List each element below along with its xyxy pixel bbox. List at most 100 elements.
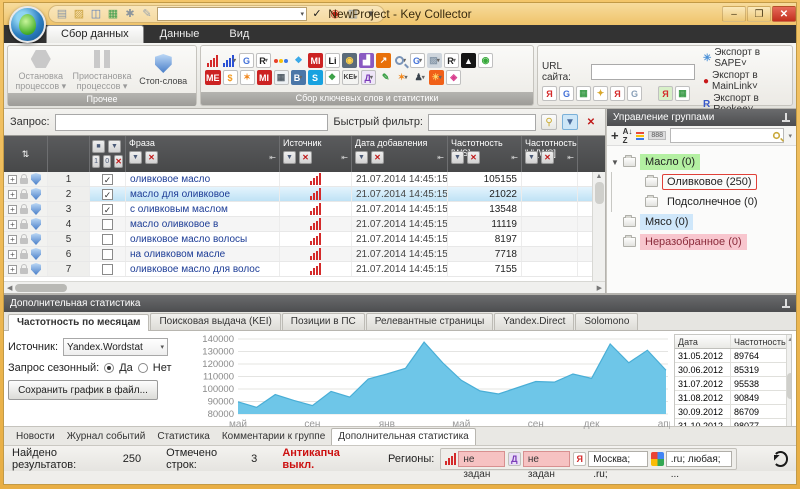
expand-icon[interactable]: +	[8, 220, 17, 229]
green-pen-icon[interactable]: ✎	[378, 70, 393, 85]
frequency-table-scrollbar[interactable]: ▲▼	[786, 335, 792, 434]
save-icon[interactable]: ◫	[89, 7, 103, 21]
qat-customize-icon[interactable]: ▾	[364, 7, 378, 21]
hand-collect-icon[interactable]: ✶▾	[395, 70, 410, 85]
odnoklassniki-icon[interactable]: ◉	[478, 53, 493, 68]
vscroll-up-icon[interactable]: ▲	[596, 173, 603, 180]
seasonal-no-radio[interactable]	[138, 363, 148, 373]
add-group-icon[interactable]: +	[611, 128, 619, 143]
filter-icon[interactable]: ▼	[525, 151, 538, 164]
table-row[interactable]: +6на оливковом масле21.07.2014 14:45:157…	[4, 247, 605, 262]
ribbon-tab-0[interactable]: Сбор данных	[46, 25, 144, 43]
column-pin-icon[interactable]: ⇤	[567, 153, 574, 162]
column-pin-icon[interactable]: ⇤	[511, 153, 518, 162]
mail-small-icon[interactable]: MI	[257, 70, 272, 85]
open-folder-icon[interactable]: ▨	[72, 7, 86, 21]
filter-icon[interactable]: ▼	[283, 151, 296, 164]
wordstat-blue-icon[interactable]: ▾	[222, 53, 237, 68]
phrase-cell[interactable]: с оливковым маслом	[126, 202, 280, 216]
expand-icon[interactable]: +	[8, 175, 17, 184]
filter-hint-icon[interactable]: ⚲	[541, 114, 557, 130]
frequency-table-row[interactable]: 31.08.201290849	[675, 391, 786, 405]
panel-more-icon[interactable]: ▾	[788, 132, 792, 140]
map-icon[interactable]: ❖	[325, 70, 340, 85]
gift-icon[interactable]: ◈	[446, 70, 461, 85]
rambler-suggest-icon[interactable]: R▾	[444, 53, 459, 68]
grid-hscrollbar[interactable]: ◀ ▶	[4, 281, 605, 293]
direct-icon[interactable]: Д▾	[361, 70, 376, 85]
region-google-badge[interactable]: .ru; любая; ...	[651, 451, 732, 467]
frequency-table-row[interactable]: 30.06.201285319	[675, 363, 786, 377]
table-row[interactable]: +4масло оливковое в21.07.2014 14:45:1511…	[4, 217, 605, 232]
filter-clear-icon[interactable]: ✕	[541, 151, 554, 164]
report-icon[interactable]: ▥	[346, 7, 360, 21]
tree-item-0[interactable]: ▼Масло (0)	[611, 152, 792, 172]
close-button[interactable]: ✕	[772, 6, 796, 22]
trend-chart-icon[interactable]: ↗	[376, 53, 391, 68]
filter-funnel-icon[interactable]: ▼	[562, 114, 578, 130]
table-row[interactable]: +5оливковое масло волосы21.07.2014 14:45…	[4, 232, 605, 247]
stats-tab-3[interactable]: Релевантные страницы	[366, 313, 494, 330]
checkbox-filter-clear-icon[interactable]: ✕	[114, 155, 123, 168]
gray-photo-icon[interactable]: ▨▾	[427, 53, 442, 68]
quick-filter-input[interactable]	[428, 114, 536, 131]
filter-clear-icon[interactable]: ✕	[371, 151, 384, 164]
ribbon-tab-1[interactable]: Данные	[146, 26, 214, 43]
bottom-tab-1[interactable]: Журнал событий	[61, 429, 152, 445]
broom-icon[interactable]: ✦	[593, 86, 608, 101]
frequency-table-row[interactable]: 30.09.201286709	[675, 405, 786, 419]
hand-orange-icon[interactable]: ✶	[240, 70, 255, 85]
header-col-3[interactable]: Частотность [WS]▼✕⇤	[448, 136, 522, 172]
magic-wand-icon[interactable]: ✎	[140, 7, 154, 21]
metrika-me-icon[interactable]: ME	[205, 70, 221, 85]
header-col-1[interactable]: Источник▼✕⇤	[280, 136, 352, 172]
header-col-4[interactable]: Частотность " " [WS]▼✕⇤	[522, 136, 578, 172]
table-row[interactable]: +2✓масло для оливковое21.07.2014 14:45:1…	[4, 187, 605, 202]
expand-icon[interactable]: +	[8, 190, 17, 199]
minimize-button[interactable]: –	[722, 6, 746, 22]
row-checkbox[interactable]: ✓	[102, 204, 113, 215]
frequency-table-row[interactable]: 31.07.201295538	[675, 377, 786, 391]
row-checkbox[interactable]: ✓	[102, 174, 113, 185]
sort-color-icon[interactable]	[636, 132, 644, 140]
hscroll-left-icon[interactable]: ◀	[7, 284, 12, 292]
table-row[interactable]: +1✓оливковое масло21.07.2014 14:45:15105…	[4, 172, 605, 187]
maximize-button[interactable]: ❐	[747, 6, 771, 22]
expand-icon[interactable]: +	[8, 250, 17, 259]
sort-az-icon[interactable]: A↓Z	[623, 127, 633, 145]
row-checkbox[interactable]	[102, 234, 113, 245]
filter-icon[interactable]: ▼	[355, 151, 368, 164]
seasonal-yes-radio[interactable]	[104, 363, 114, 373]
export-sape-button[interactable]: ✳Экспорт в SAPE˅	[703, 47, 788, 69]
filter-clear-icon[interactable]: ✕	[145, 151, 158, 164]
stats-tab-1[interactable]: Поисковая выдача (KEI)	[150, 313, 280, 330]
apply-check-icon[interactable]: ✓	[310, 7, 324, 21]
phrase-cell[interactable]: оливковое масло волосы	[126, 232, 280, 246]
region-wordstat-badge[interactable]: не задан	[445, 451, 505, 467]
filter-clear-icon[interactable]: ✕	[467, 151, 480, 164]
grid-vscrollbar[interactable]: ▲	[592, 172, 605, 281]
export-excel-icon[interactable]: ▦	[106, 7, 120, 21]
query-input[interactable]	[55, 114, 329, 131]
row-checkbox[interactable]	[102, 249, 113, 260]
region-direct-badge[interactable]: Дне задан	[508, 451, 570, 467]
export-mainlink-button[interactable]: ●Экспорт в MainLink˅	[703, 70, 788, 92]
google-stats-icon[interactable]: G	[239, 53, 254, 68]
dollar-icon[interactable]: $	[223, 70, 238, 85]
column-pin-icon[interactable]: ⇤	[269, 153, 276, 162]
stats-tab-2[interactable]: Позиции в ПС	[282, 313, 365, 330]
expand-icon[interactable]: +	[8, 235, 17, 244]
alarm-icon[interactable]: ◉	[328, 7, 342, 21]
sun-batch-icon[interactable]: ☀▾	[429, 70, 444, 85]
refresh-icon[interactable]	[773, 451, 788, 467]
yandex-pages-icon[interactable]: Я	[542, 86, 557, 101]
uncheck-all-icon[interactable]: 0	[103, 155, 111, 168]
phrase-cell[interactable]: оливковое масло для волос	[126, 262, 280, 276]
phrase-cell[interactable]: масло оливковое в	[126, 217, 280, 231]
ribbon-tab-2[interactable]: Вид	[215, 26, 263, 43]
header-sort-cell[interactable]: ⇅	[4, 136, 48, 172]
check-square-icon[interactable]: ■	[92, 140, 105, 153]
target-circle-icon[interactable]: ◉	[342, 53, 357, 68]
phrase-cell[interactable]: оливковое масло	[126, 172, 280, 186]
calculator-icon[interactable]: ▦	[274, 70, 289, 85]
